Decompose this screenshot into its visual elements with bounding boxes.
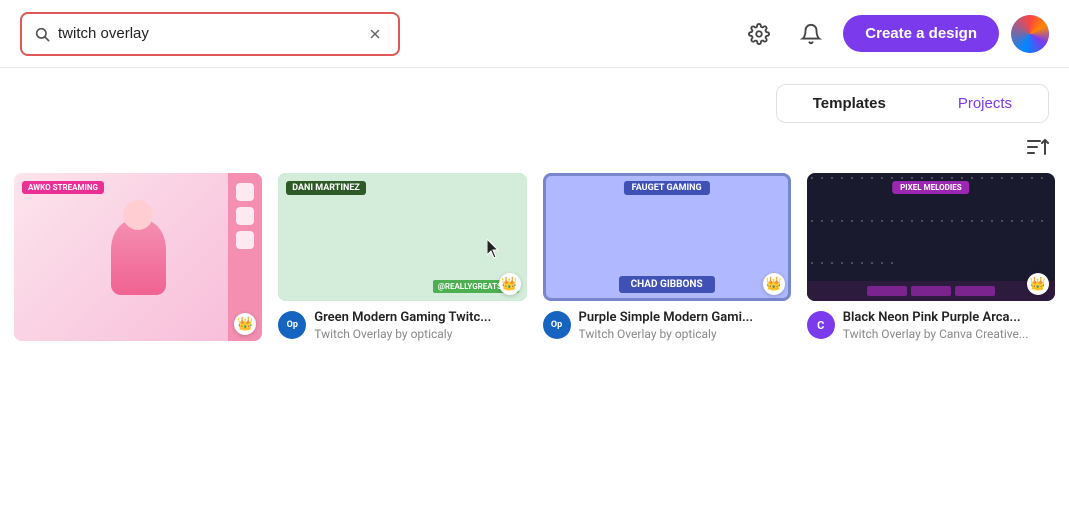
search-input[interactable] <box>58 25 356 42</box>
card-1[interactable]: AWKO STREAMING 👑 r Pink Retro Computer W… <box>14 173 262 341</box>
search-box[interactable] <box>20 12 400 56</box>
card-2[interactable]: DANI MARTINEZ @REALLYGREATSITE 👑 Op Gree… <box>278 173 526 341</box>
clear-search-button[interactable] <box>364 27 386 41</box>
crown-badge-3: 👑 <box>763 273 785 295</box>
card-logo-4: C <box>807 311 835 339</box>
tab-projects[interactable]: Projects <box>922 85 1048 122</box>
tab-templates[interactable]: Templates <box>777 85 922 122</box>
card-title-4: Black Neon Pink Purple Arca... <box>843 309 1055 327</box>
tabs-area: Templates Projects <box>0 68 1069 123</box>
card-text-3: Purple Simple Modern Gami... Twitch Over… <box>579 309 791 341</box>
crown-badge-4: 👑 <box>1027 273 1049 295</box>
header: Create a design <box>0 0 1069 68</box>
search-icon <box>34 26 50 42</box>
card-info-4: C Black Neon Pink Purple Arca... Twitch … <box>807 309 1055 341</box>
settings-button[interactable] <box>739 14 779 54</box>
thumb4-bottom-bar <box>807 281 1055 301</box>
card-text-4: Black Neon Pink Purple Arca... Twitch Ov… <box>843 309 1055 341</box>
sort-button[interactable] <box>1025 135 1049 165</box>
card-subtitle-2: Twitch Overlay by opticaly <box>314 327 526 341</box>
card-info-2: Op Green Modern Gaming Twitc... Twitch O… <box>278 309 526 341</box>
card-title-2: Green Modern Gaming Twitc... <box>314 309 526 327</box>
card-thumb-2: DANI MARTINEZ @REALLYGREATSITE 👑 <box>278 173 526 301</box>
card-thumb-3: FAUGET GAMING CHAD GIBBONS 👑 <box>543 173 791 301</box>
tabs-container: Templates Projects <box>776 84 1049 123</box>
create-design-button[interactable]: Create a design <box>843 15 999 52</box>
thumb2-label: DANI MARTINEZ <box>286 181 366 195</box>
card-4[interactable]: PIXEL MELODIES 8-BIT MUSIC 👑 C Black Neo… <box>807 173 1055 341</box>
card-3[interactable]: FAUGET GAMING CHAD GIBBONS 👑 Op Purple S… <box>543 173 791 341</box>
cards-grid: AWKO STREAMING 👑 r Pink Retro Computer W… <box>0 173 1069 341</box>
card-thumb-4: PIXEL MELODIES 8-BIT MUSIC 👑 <box>807 173 1055 301</box>
crown-badge-2: 👑 <box>499 273 521 295</box>
card-thumb-1: AWKO STREAMING 👑 <box>14 173 262 341</box>
thumb3-bottom-label: CHAD GIBBONS <box>619 276 715 293</box>
card-text-2: Green Modern Gaming Twitc... Twitch Over… <box>314 309 526 341</box>
card-subtitle-3: Twitch Overlay by opticaly <box>579 327 791 341</box>
thumb4-top-label: PIXEL MELODIES <box>892 181 970 194</box>
card-subtitle-4: Twitch Overlay by Canva Creative... <box>843 327 1055 341</box>
card-title-3: Purple Simple Modern Gami... <box>579 309 791 327</box>
card-logo-3: Op <box>543 311 571 339</box>
avatar[interactable] <box>1011 15 1049 53</box>
thumb3-top-label: FAUGET GAMING <box>624 181 710 195</box>
sort-row <box>0 123 1069 173</box>
card-logo-2: Op <box>278 311 306 339</box>
card-info-3: Op Purple Simple Modern Gami... Twitch O… <box>543 309 791 341</box>
notifications-button[interactable] <box>791 14 831 54</box>
